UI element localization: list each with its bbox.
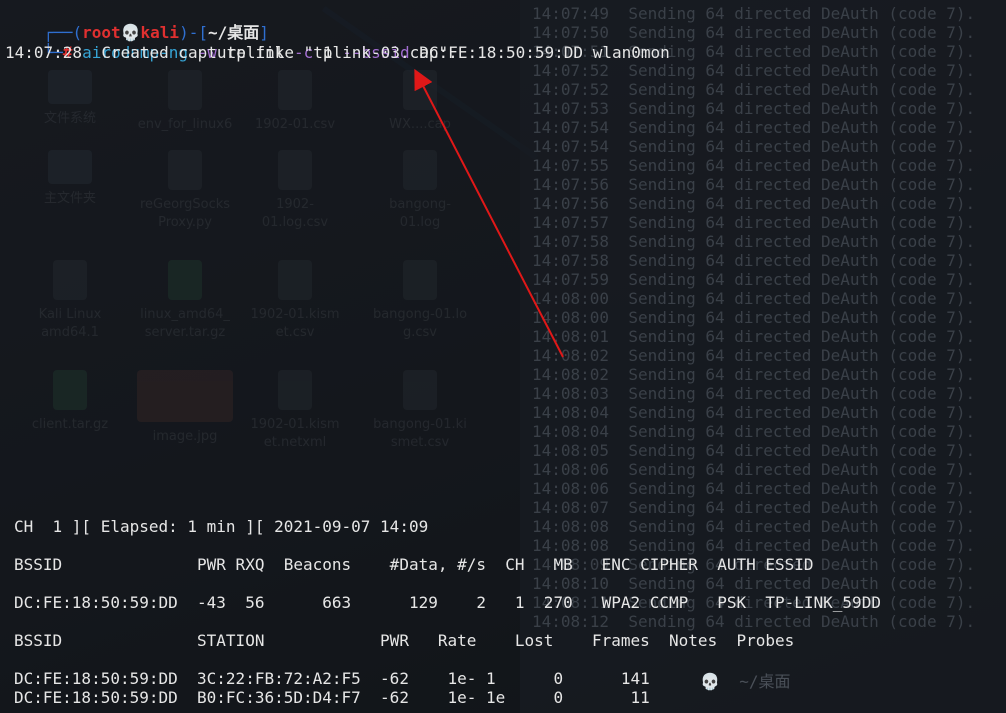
annotation-arrow	[414, 68, 564, 358]
arrow-line	[414, 68, 564, 358]
